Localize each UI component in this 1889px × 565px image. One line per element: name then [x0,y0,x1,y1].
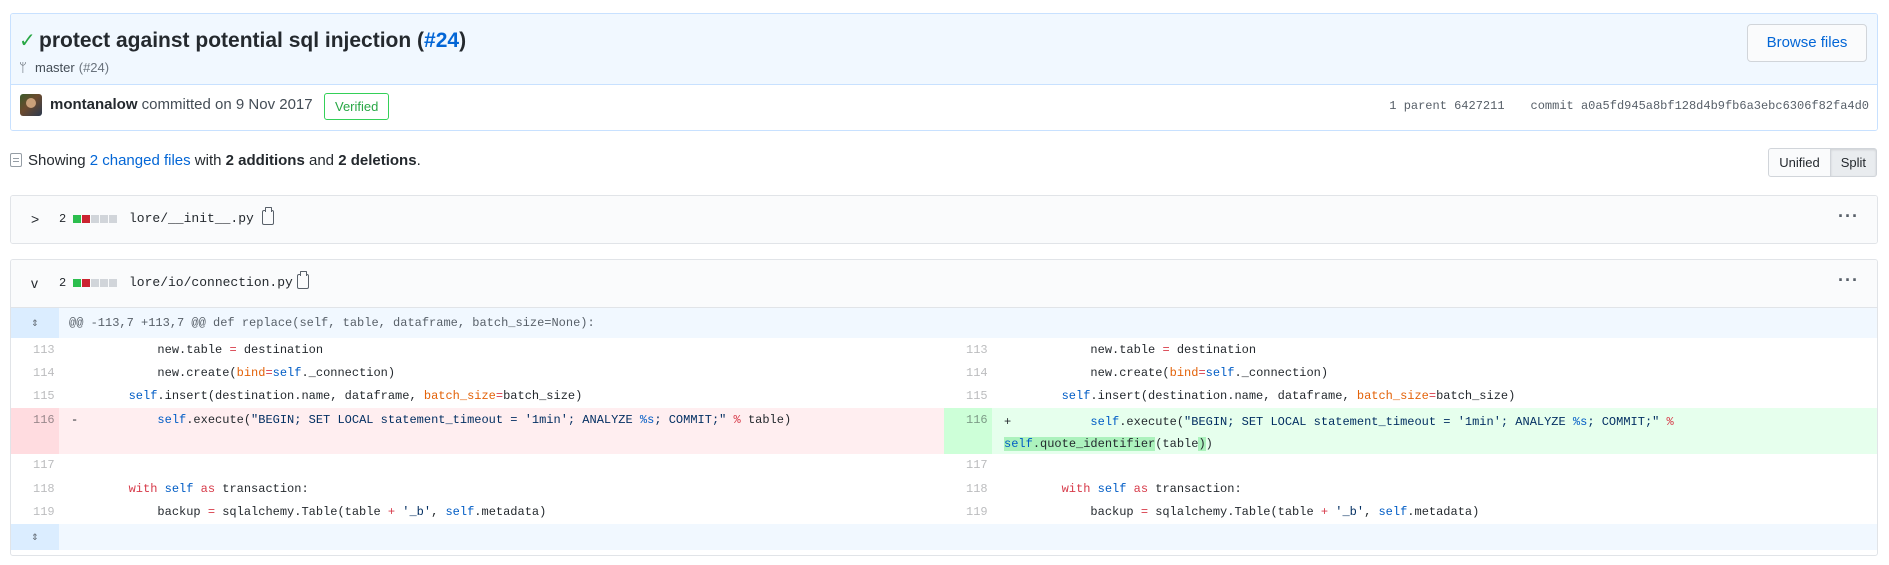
file-header[interactable]: > 2 lore/__init__.py ··· [11,196,1877,243]
code-line: new.create(bind=self._connection) [992,362,1877,385]
avatar[interactable] [20,94,42,116]
line-number[interactable]: 114 [11,362,59,385]
code-line: with self as transaction: [992,477,1877,501]
code-line: new.create(bind=self._connection) [59,362,944,385]
code-line: self.insert(destination.name, dataframe,… [59,385,944,408]
code-line: self.insert(destination.name, dataframe,… [992,385,1877,408]
diff-row: 119 backup = sqlalchemy.Table(table + '_… [11,501,1877,524]
line-number[interactable]: 117 [944,454,992,477]
file-header[interactable]: v 2 lore/io/connection.py ··· [11,260,1877,307]
line-number[interactable]: 116 [944,408,992,454]
file-diff: v 2 lore/io/connection.py ··· ⇕ @@ -113,… [10,259,1878,556]
diffstat-count: 2 [59,276,67,290]
browse-files-button[interactable]: Browse files [1747,24,1867,62]
line-number[interactable]: 113 [11,338,59,362]
commit-sha: a0a5fd945a8bf128d4b9fb6a3ebc6306f82fa4d0 [1580,99,1869,113]
kebab-horizontal-icon[interactable]: ··· [1838,206,1859,226]
diffstat-blocks [73,279,117,287]
author-link[interactable]: montanalow [50,96,138,113]
commit-title: protect against potential sql injection … [39,29,467,52]
commit-header: ✓ protect against potential sql injectio… [10,13,1878,131]
diffstat-count: 2 [59,212,67,226]
unfold-icon[interactable]: ⇕ [11,308,59,338]
code-line: backup = sqlalchemy.Table(table + '_b', … [59,501,944,524]
commit-author-line: montanalow committed on 9 Nov 2017 [50,96,313,113]
check-icon: ✓ [19,30,36,52]
chevron-down-icon[interactable]: v [31,275,43,291]
line-number[interactable]: 118 [944,477,992,501]
line-number[interactable]: 118 [11,477,59,501]
diff-row: 117 117 [11,454,1877,477]
diffstat-blocks [73,215,117,223]
clipboard-icon[interactable] [297,271,309,289]
file-name[interactable]: lore/io/connection.py [129,274,293,292]
diff-row: 115 self.insert(destination.name, datafr… [11,385,1877,408]
line-number[interactable]: 113 [944,338,992,362]
code-line: new.table = destination [992,338,1877,362]
code-line [59,454,944,477]
file-diff-icon [10,153,22,167]
code-line: backup = sqlalchemy.Table(table + '_b', … [992,501,1877,524]
split-diff-table: ⇕ @@ -113,7 +113,7 @@ def replace(self, … [11,307,1877,550]
diff-row: 113 new.table = destination 113 new.tabl… [11,338,1877,362]
sha-info: 1 parent 6427211 commit a0a5fd945a8bf128d… [1389,99,1869,113]
line-number[interactable]: 116 [11,408,59,454]
verified-badge[interactable]: Verified [324,93,390,120]
line-number[interactable]: 115 [944,385,992,408]
line-number[interactable]: 119 [944,501,992,524]
line-number[interactable]: 117 [11,454,59,477]
file-name[interactable]: lore/__init__.py [129,210,254,228]
hunk-header-row: ⇕ @@ -113,7 +113,7 @@ def replace(self, … [11,308,1877,338]
diff-summary: Showing 2 changed files with 2 additions… [10,152,421,169]
unfold-icon[interactable]: ⇕ [11,524,59,550]
branch-name[interactable]: master [35,60,75,75]
unified-button[interactable]: Unified [1768,148,1831,177]
chevron-right-icon[interactable]: > [31,211,43,227]
branch-pr[interactable]: (#24) [79,60,109,75]
line-number[interactable]: 115 [11,385,59,408]
branch-info: ᛘ master (#24) [19,60,109,75]
expand-row: ⇕ [11,524,1877,550]
code-line [992,454,1877,477]
clipboard-icon[interactable] [262,207,274,225]
commit-title-area: ✓ protect against potential sql injectio… [11,14,1877,85]
pr-link[interactable]: #24 [424,29,459,52]
code-line: with self as transaction: [59,477,944,501]
diff-row-changed: 116- self.execute("BEGIN; SET LOCAL stat… [11,408,1877,454]
diff-row: 118 with self as transaction: 118 with s… [11,477,1877,501]
line-number[interactable]: 119 [11,501,59,524]
git-branch-icon: ᛘ [19,60,27,75]
added-code-line: + self.execute("BEGIN; SET LOCAL stateme… [992,408,1877,454]
code-line: new.table = destination [59,338,944,362]
deleted-code-line: - self.execute("BEGIN; SET LOCAL stateme… [59,408,944,454]
line-number[interactable]: 114 [944,362,992,385]
diff-view-toggle: Unified Split [1768,148,1877,177]
hunk-header: @@ -113,7 +113,7 @@ def replace(self, ta… [69,316,595,330]
commit-meta: montanalow committed on 9 Nov 2017 Verif… [11,85,1877,130]
split-button[interactable]: Split [1830,148,1877,177]
file-diff: > 2 lore/__init__.py ··· [10,195,1878,244]
kebab-horizontal-icon[interactable]: ··· [1838,270,1859,290]
changed-files-link[interactable]: 2 changed files [90,152,191,169]
parent-sha-link[interactable]: 6427211 [1454,99,1504,113]
diff-row: 114 new.create(bind=self._connection) 11… [11,362,1877,385]
